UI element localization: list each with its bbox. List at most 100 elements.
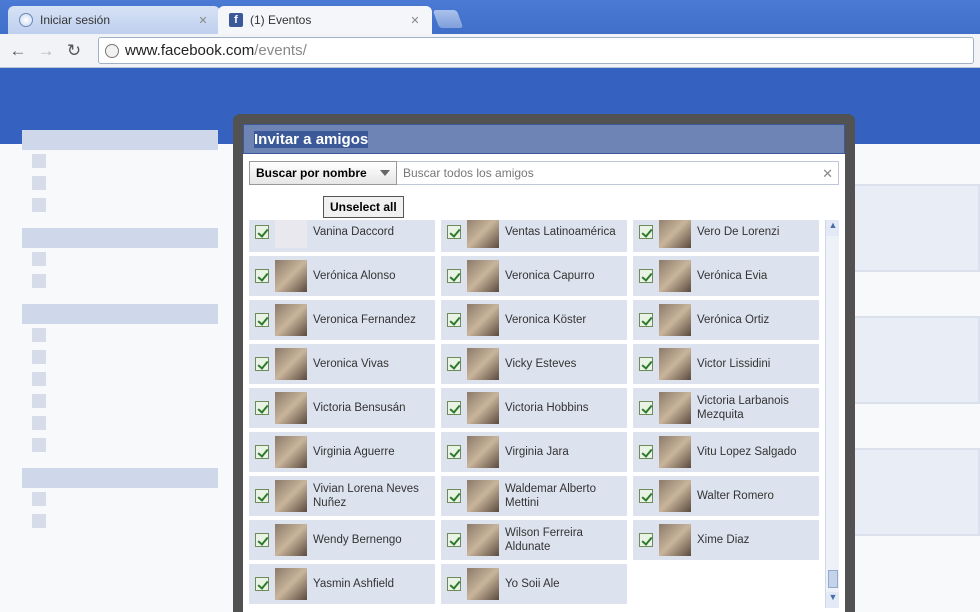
friend-checkbox[interactable] xyxy=(255,489,269,503)
facebook-right-column xyxy=(852,80,980,612)
tab-eventos[interactable]: f (1) Eventos ✕ xyxy=(218,6,432,34)
friend-checkbox[interactable] xyxy=(639,401,653,415)
friend-checkbox[interactable] xyxy=(447,357,461,371)
friend-item[interactable]: Victoria Larbanois Mezquita xyxy=(633,388,819,428)
friend-checkbox[interactable] xyxy=(447,533,461,547)
friend-avatar xyxy=(659,392,691,424)
search-row: Buscar por nombre ✕ xyxy=(249,161,839,185)
scroll-thumb[interactable] xyxy=(828,570,838,588)
friend-item[interactable]: Victoria Bensusán xyxy=(249,388,435,428)
friend-item[interactable]: Victor Lissidini xyxy=(633,344,819,384)
friend-checkbox[interactable] xyxy=(255,313,269,327)
friend-item[interactable]: Vero De Lorenzi xyxy=(633,220,819,252)
reload-icon[interactable]: ↻ xyxy=(60,41,88,61)
close-icon[interactable]: ✕ xyxy=(196,14,210,27)
friend-avatar xyxy=(275,524,307,556)
friend-checkbox[interactable] xyxy=(447,445,461,459)
friend-name: Virginia Aguerre xyxy=(313,446,395,458)
friend-item[interactable]: Waldemar Alberto Mettini xyxy=(441,476,627,516)
friend-item[interactable]: Xime Diaz xyxy=(633,520,819,560)
friend-name: Verónica Alonso xyxy=(313,270,396,282)
invite-friends-dialog: Invitar a amigos Buscar por nombre ✕ Uns… xyxy=(233,114,855,612)
friend-avatar xyxy=(467,392,499,424)
friend-checkbox[interactable] xyxy=(255,445,269,459)
friend-item[interactable]: Veronica Vivas xyxy=(249,344,435,384)
friend-item[interactable]: Ventas Latinoamérica xyxy=(441,220,627,252)
friend-item[interactable]: Victoria Hobbins xyxy=(441,388,627,428)
friend-item[interactable]: Wilson Ferreira Aldunate xyxy=(441,520,627,560)
friend-item[interactable]: Veronica Fernandez xyxy=(249,300,435,340)
friend-checkbox[interactable] xyxy=(639,313,653,327)
friend-item[interactable]: Walter Romero xyxy=(633,476,819,516)
friend-item[interactable]: Virginia Jara xyxy=(441,432,627,472)
new-tab-button[interactable] xyxy=(432,10,464,28)
forward-arrow-icon[interactable]: → xyxy=(32,41,60,61)
clear-search-icon[interactable]: ✕ xyxy=(822,166,833,182)
friend-checkbox[interactable] xyxy=(639,533,653,547)
friend-checkbox[interactable] xyxy=(447,401,461,415)
friend-name: Victoria Bensusán xyxy=(313,402,406,414)
friend-item[interactable]: Virginia Aguerre xyxy=(249,432,435,472)
friend-checkbox[interactable] xyxy=(639,269,653,283)
friend-item[interactable]: Verónica Evia xyxy=(633,256,819,296)
friend-name: Ventas Latinoamérica xyxy=(505,226,616,238)
unselect-all-button[interactable]: Unselect all xyxy=(323,196,404,218)
close-icon[interactable]: ✕ xyxy=(408,14,422,27)
friend-name: Victoria Larbanois Mezquita xyxy=(697,395,789,421)
address-bar[interactable]: www.facebook.com /events/ xyxy=(98,37,974,64)
friend-name: Veronica Capurro xyxy=(505,270,595,282)
friend-name: Victor Lissidini xyxy=(697,358,771,370)
friend-checkbox[interactable] xyxy=(255,577,269,591)
scroll-down-icon[interactable]: ▼ xyxy=(826,592,839,608)
friend-item[interactable]: Vitu Lopez Salgado xyxy=(633,432,819,472)
friend-checkbox[interactable] xyxy=(447,269,461,283)
filter-dropdown[interactable]: Buscar por nombre xyxy=(249,161,397,185)
friend-item[interactable]: Verónica Ortiz xyxy=(633,300,819,340)
scrollbar[interactable]: ▲ ▼ xyxy=(825,220,839,608)
friend-checkbox[interactable] xyxy=(639,357,653,371)
friend-checkbox[interactable] xyxy=(447,577,461,591)
search-friends-input[interactable] xyxy=(397,161,839,185)
friends-list: Vanina Daccord Ventas Latinoamérica Vero D… xyxy=(249,220,839,608)
friend-item[interactable]: Wendy Bernengo xyxy=(249,520,435,560)
friend-name: Verónica Evia xyxy=(697,270,768,282)
friend-checkbox[interactable] xyxy=(639,489,653,503)
friend-name: Yasmin Ashfield xyxy=(313,578,394,590)
back-arrow-icon[interactable]: ← xyxy=(4,41,32,61)
friend-item[interactable]: Vanina Daccord xyxy=(249,220,435,252)
friend-checkbox[interactable] xyxy=(255,225,269,239)
friend-avatar xyxy=(467,348,499,380)
scroll-up-icon[interactable]: ▲ xyxy=(826,220,839,236)
friend-checkbox[interactable] xyxy=(255,533,269,547)
tab-iniciar-sesion[interactable]: Iniciar sesión ✕ xyxy=(8,6,220,34)
friend-item[interactable]: Yo Soii Ale xyxy=(441,564,627,604)
friend-name: Virginia Jara xyxy=(505,446,569,458)
facebook-icon: f xyxy=(228,12,244,28)
friend-name: Veronica Fernandez xyxy=(313,314,416,326)
dialog-title-text: Invitar a amigos xyxy=(254,131,369,148)
friend-item[interactable]: Vicky Esteves xyxy=(441,344,627,384)
friend-checkbox[interactable] xyxy=(255,357,269,371)
friend-checkbox[interactable] xyxy=(447,313,461,327)
friend-name: Victoria Hobbins xyxy=(505,402,589,414)
friend-avatar xyxy=(659,524,691,556)
friend-item[interactable]: Yasmin Ashfield xyxy=(249,564,435,604)
friend-item[interactable]: Vivian Lorena Neves Nuñez xyxy=(249,476,435,516)
dialog-title: Invitar a amigos xyxy=(243,124,845,154)
friend-item[interactable]: Verónica Alonso xyxy=(249,256,435,296)
friend-item[interactable]: Veronica Capurro xyxy=(441,256,627,296)
friend-checkbox[interactable] xyxy=(255,401,269,415)
friend-checkbox[interactable] xyxy=(255,269,269,283)
friend-checkbox[interactable] xyxy=(447,225,461,239)
friend-item[interactable]: Veronica Köster xyxy=(441,300,627,340)
friend-checkbox[interactable] xyxy=(639,225,653,239)
friend-avatar xyxy=(275,436,307,468)
friend-checkbox[interactable] xyxy=(639,445,653,459)
friend-avatar xyxy=(275,304,307,336)
friend-checkbox[interactable] xyxy=(447,489,461,503)
friend-avatar xyxy=(275,392,307,424)
friend-avatar xyxy=(659,436,691,468)
dialog-body: Invitar a amigos Buscar por nombre ✕ Uns… xyxy=(243,124,845,612)
tab-title: (1) Eventos xyxy=(250,13,312,27)
friend-avatar xyxy=(467,524,499,556)
